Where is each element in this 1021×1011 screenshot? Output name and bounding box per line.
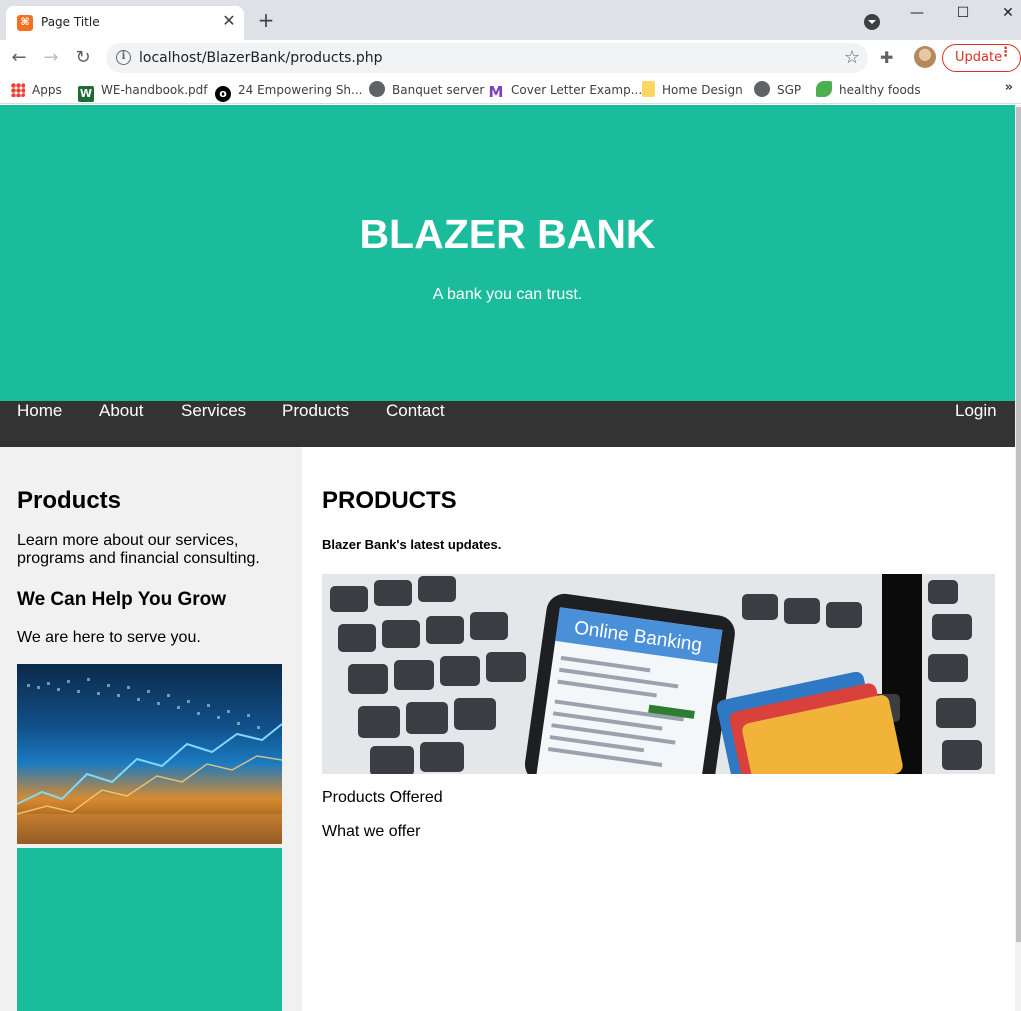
- extensions-puzzle-icon[interactable]: ✚: [880, 48, 893, 67]
- keyboard-phone-graphic: Online Banking: [322, 574, 995, 774]
- sidebar-green-block: [17, 848, 282, 1011]
- word-doc-icon: W: [78, 86, 94, 102]
- bookmarks-bar: Apps W WE-handbook.pdf o 24 Empowering Sh.…: [0, 76, 1021, 104]
- main-content: PRODUCTS Blazer Bank's latest updates. O…: [302, 447, 1015, 1011]
- update-label: Update: [955, 50, 1003, 65]
- update-button[interactable]: Update ⋮: [942, 44, 1021, 72]
- nav-link-login[interactable]: Login: [955, 401, 997, 447]
- online-banking-banner-image: Online Banking: [322, 574, 995, 774]
- bookmark-label: healthy foods: [839, 83, 921, 97]
- page-scrollbar[interactable]: [1015, 105, 1021, 1011]
- bookmark-cover-letter[interactable]: M Cover Letter Examp...: [488, 80, 643, 101]
- profile-avatar[interactable]: [914, 46, 936, 68]
- minimize-button[interactable]: —: [894, 0, 940, 28]
- page-viewport: BLAZER BANK A bank you can trust. Home A…: [0, 105, 1015, 1011]
- page-subheading: Blazer Bank's latest updates.: [322, 537, 502, 552]
- more-bookmarks-chevron-icon[interactable]: »: [1005, 80, 1013, 95]
- browser-tabstrip: ⌘ Page Title ✕ + — ☐ ✕: [0, 0, 1021, 40]
- products-offered-text: Products Offered: [322, 789, 443, 806]
- bookmark-label: WE-handbook.pdf: [101, 83, 208, 97]
- bookmark-apps[interactable]: Apps: [11, 80, 62, 100]
- bookmark-label: 24 Empowering Sh...: [238, 83, 363, 97]
- bookmark-healthy-foods[interactable]: healthy foods: [816, 80, 921, 100]
- sidebar-text: We are here to serve you.: [17, 629, 201, 646]
- browser-toolbar: ← → ↻ i localhost/BlazerBank/products.ph…: [0, 40, 1021, 76]
- main-navbar: Home About Services Products Contact Log…: [0, 401, 1015, 447]
- bubble-icon: o: [215, 86, 231, 102]
- reload-icon[interactable]: ↻: [71, 46, 95, 70]
- bookmark-empowering[interactable]: o 24 Empowering Sh...: [215, 80, 363, 102]
- address-bar[interactable]: i localhost/BlazerBank/products.php ☆: [106, 43, 868, 73]
- globe-icon: [754, 81, 770, 97]
- leaf-icon: [816, 81, 832, 97]
- bookmark-banquet-server[interactable]: Banquet server: [369, 80, 484, 100]
- nav-link-services[interactable]: Services: [181, 401, 246, 447]
- sidebar: Products Learn more about our services, …: [0, 447, 302, 1011]
- nav-link-products[interactable]: Products: [282, 401, 349, 447]
- stock-market-chart-graphic: [17, 678, 282, 844]
- bookmark-we-handbook[interactable]: W WE-handbook.pdf: [78, 80, 208, 102]
- bookmark-label: Banquet server: [392, 83, 485, 97]
- bookmark-star-icon[interactable]: ☆: [844, 47, 860, 68]
- bookmark-label: Cover Letter Examp...: [511, 83, 643, 97]
- sidebar-heading: Products: [17, 487, 122, 514]
- maximize-button[interactable]: ☐: [940, 0, 986, 28]
- sidebar-subheading: We Can Help You Grow: [17, 589, 227, 610]
- back-arrow-icon[interactable]: ←: [7, 46, 31, 70]
- tab-title: Page Title: [41, 15, 100, 29]
- hero-header: BLAZER BANK A bank you can trust.: [0, 105, 1015, 401]
- xampp-favicon-icon: ⌘: [17, 15, 33, 31]
- bookmark-label: Home Design: [662, 83, 743, 97]
- nav-link-contact[interactable]: Contact: [386, 401, 445, 447]
- m-logo-icon: M: [488, 83, 504, 101]
- bookmark-home-design[interactable]: Home Design: [642, 80, 743, 100]
- new-tab-button[interactable]: +: [255, 10, 277, 32]
- more-menu-icon[interactable]: ⋮: [999, 45, 1012, 60]
- what-we-offer-text: What we offer: [322, 823, 421, 840]
- bookmark-sgp[interactable]: SGP: [754, 80, 801, 100]
- stock-market-image: [17, 664, 282, 844]
- site-tagline: A bank you can trust.: [432, 286, 583, 303]
- tab-search-icon[interactable]: [864, 14, 880, 30]
- bookmark-label: Apps: [32, 83, 62, 97]
- globe-icon: [369, 81, 385, 97]
- forward-arrow-icon[interactable]: →: [39, 46, 63, 70]
- nav-link-about[interactable]: About: [99, 401, 143, 447]
- site-title: BLAZER BANK: [359, 211, 656, 257]
- sidebar-intro: Learn more about our services, programs …: [17, 532, 260, 567]
- apps-grid-icon: [11, 83, 25, 97]
- site-info-icon[interactable]: i: [116, 50, 131, 65]
- sticky-note-icon: [642, 81, 655, 97]
- bookmark-label: SGP: [777, 83, 802, 97]
- nav-link-home[interactable]: Home: [17, 401, 62, 447]
- page-heading: PRODUCTS: [322, 487, 457, 514]
- scrollbar-thumb[interactable]: [1016, 107, 1021, 942]
- url-text[interactable]: localhost/BlazerBank/products.php: [139, 50, 382, 66]
- browser-tab[interactable]: ⌘ Page Title ✕: [6, 6, 244, 40]
- tab-close-icon[interactable]: ✕: [220, 12, 238, 30]
- close-window-button[interactable]: ✕: [985, 0, 1021, 28]
